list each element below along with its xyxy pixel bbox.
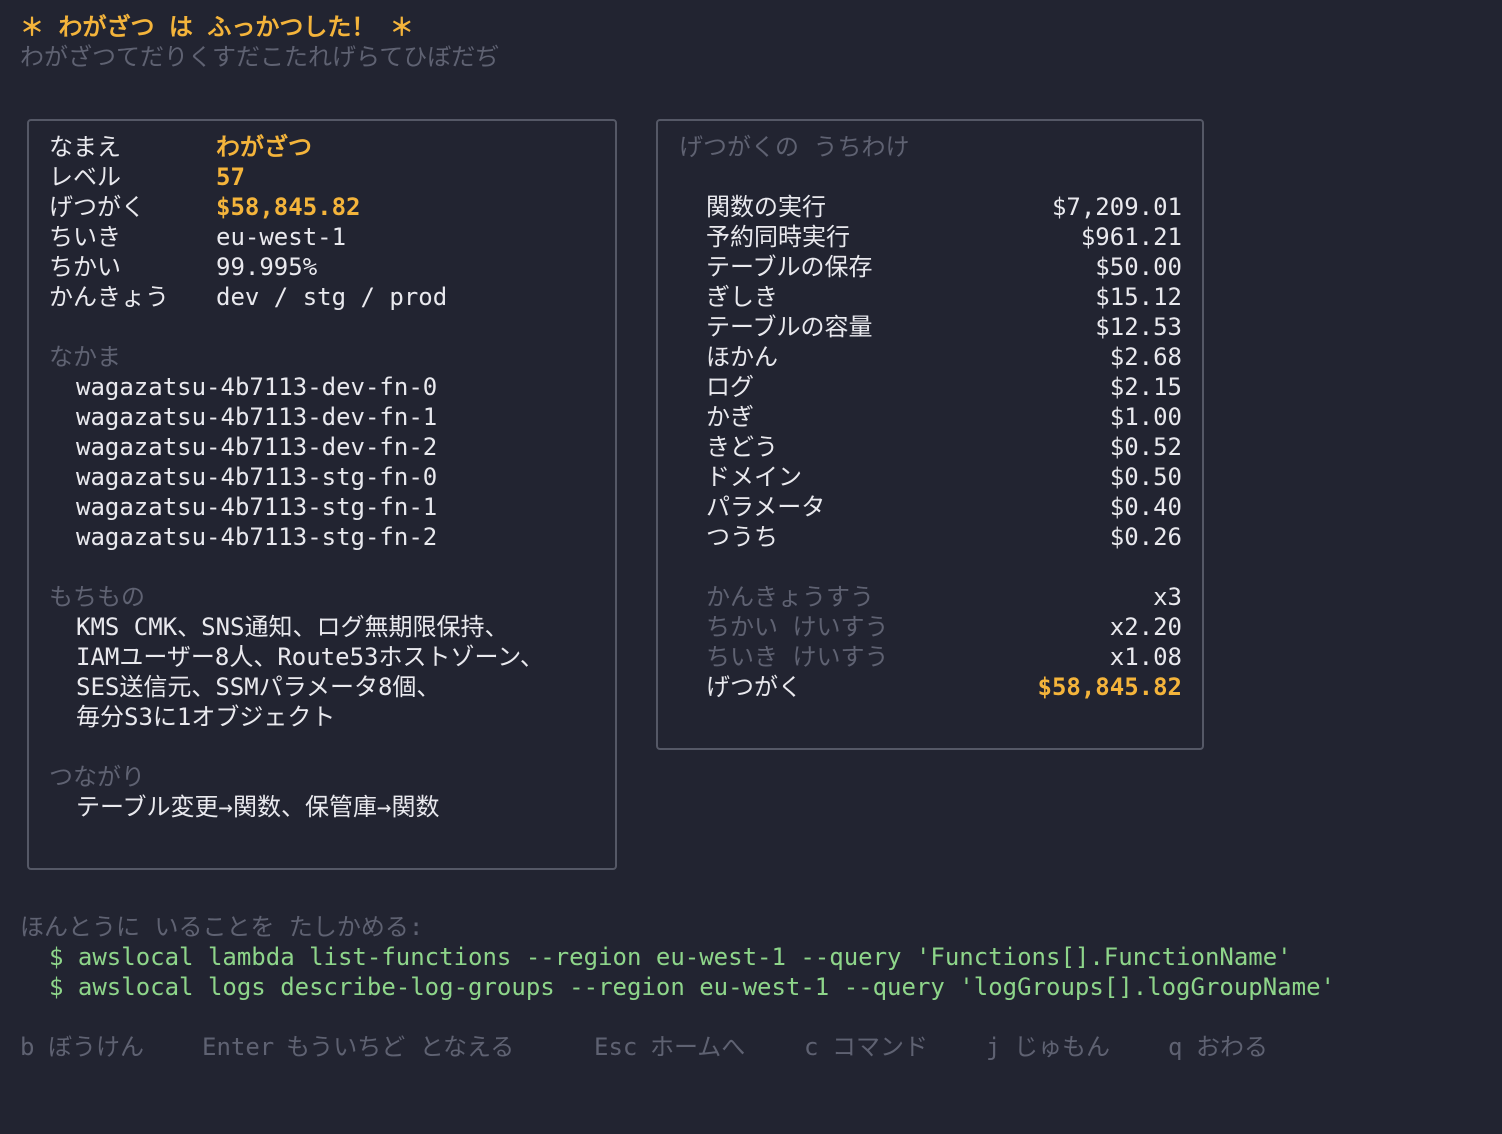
party-heading: なかま bbox=[49, 343, 121, 371]
cost-value: $961.21 bbox=[1080, 223, 1182, 251]
key-label: ホームへ bbox=[650, 1033, 746, 1061]
status-label: ちかい bbox=[49, 253, 121, 281]
cost-value: $0.40 bbox=[1109, 493, 1182, 521]
status-label: げつがく bbox=[49, 193, 145, 221]
status-value-level: 57 bbox=[216, 163, 245, 191]
cost-label: ドメイン bbox=[706, 463, 802, 491]
multiplier-value: x3 bbox=[1153, 583, 1182, 611]
cost-label: ほかん bbox=[706, 343, 778, 371]
status-label: なまえ bbox=[49, 133, 121, 161]
key-label: おわる bbox=[1196, 1033, 1268, 1061]
cost-label: 予約同時実行 bbox=[706, 223, 850, 251]
key-label: ぼうけん bbox=[48, 1033, 144, 1061]
party-member: wagazatsu-4b7113-stg-fn-0 bbox=[76, 463, 438, 491]
party-member: wagazatsu-4b7113-dev-fn-0 bbox=[76, 373, 438, 401]
total-label: げつがく bbox=[706, 673, 802, 701]
multiplier-label: ちいき けいすう bbox=[706, 643, 889, 671]
status-label: レベル bbox=[49, 163, 121, 191]
cost-value: $1.00 bbox=[1109, 403, 1182, 431]
cost-label: パラメータ bbox=[706, 493, 826, 521]
verify-command[interactable]: $ awslocal lambda list-functions --regio… bbox=[49, 942, 1292, 972]
status-value-env: dev / stg / prod bbox=[216, 283, 448, 311]
cost-value: $0.26 bbox=[1109, 523, 1182, 551]
key-esc: Esc bbox=[594, 1033, 638, 1061]
total-value: $58,845.82 bbox=[1037, 673, 1183, 701]
cost-value: $50.00 bbox=[1095, 253, 1182, 281]
key-c: c bbox=[804, 1033, 819, 1061]
party-member: wagazatsu-4b7113-dev-fn-1 bbox=[76, 403, 438, 431]
status-value-name: わがざつ bbox=[216, 133, 312, 161]
cost-value: $7,209.01 bbox=[1051, 193, 1182, 221]
page-title: ＊ わがざつ は ふっかつした！ ＊ bbox=[20, 13, 414, 41]
key-label: じゅもん bbox=[1014, 1033, 1110, 1061]
key-enter: Enter bbox=[202, 1033, 275, 1061]
cost-label: 関数の実行 bbox=[706, 193, 826, 221]
party-member: wagazatsu-4b7113-dev-fn-2 bbox=[76, 433, 438, 461]
cost-value: $15.12 bbox=[1095, 283, 1182, 311]
multiplier-value: x1.08 bbox=[1109, 643, 1182, 671]
status-label: かんきょう bbox=[49, 283, 169, 311]
status-value-region: eu-west-1 bbox=[216, 223, 347, 251]
cost-label: きどう bbox=[706, 433, 778, 461]
items-heading: もちもの bbox=[49, 583, 145, 611]
item-line: SES送信元、SSMパラメータ8個、 bbox=[76, 673, 441, 701]
cost-value: $0.50 bbox=[1109, 463, 1182, 491]
key-j: j bbox=[986, 1033, 1001, 1061]
status-value-monthly: $58,845.82 bbox=[216, 193, 361, 221]
verify-heading: ほんとうに いることを たしかめる: bbox=[20, 913, 424, 941]
cost-value: $2.15 bbox=[1109, 373, 1182, 401]
item-line: 毎分S3に1オブジェクト bbox=[76, 703, 336, 731]
breakdown-heading: げつがくの うちわけ bbox=[679, 133, 910, 161]
party-member: wagazatsu-4b7113-stg-fn-1 bbox=[76, 493, 438, 521]
party-member: wagazatsu-4b7113-stg-fn-2 bbox=[76, 523, 438, 551]
multiplier-label: かんきょうすう bbox=[706, 583, 874, 611]
cost-label: つうち bbox=[706, 523, 778, 551]
key-label: もういちど となえる bbox=[286, 1033, 515, 1061]
links-heading: つながり bbox=[49, 763, 145, 791]
multiplier-value: x2.20 bbox=[1109, 613, 1182, 641]
incantation-subtitle: わがざつてだりくすだこたれげらてひぼだぢ bbox=[20, 43, 500, 71]
cost-value: $12.53 bbox=[1095, 313, 1182, 341]
item-line: KMS CMK、SNS通知、ログ無期限保持、 bbox=[76, 613, 509, 641]
item-line: IAMユーザー8人、Route53ホストゾーン、 bbox=[76, 643, 544, 671]
cost-label: ぎしき bbox=[706, 283, 778, 311]
cost-label: テーブルの容量 bbox=[706, 313, 873, 341]
status-value-sla: 99.995% bbox=[216, 253, 318, 281]
cost-value: $2.68 bbox=[1109, 343, 1182, 371]
cost-value: $0.52 bbox=[1109, 433, 1182, 461]
links-line: テーブル変更→関数、保管庫→関数 bbox=[76, 793, 440, 821]
cost-label: ログ bbox=[706, 373, 754, 401]
key-label: コマンド bbox=[832, 1033, 928, 1061]
cost-label: かぎ bbox=[706, 403, 754, 431]
verify-command[interactable]: $ awslocal logs describe-log-groups --re… bbox=[49, 972, 1335, 1002]
status-label: ちいき bbox=[49, 223, 121, 251]
key-q: q bbox=[1168, 1033, 1183, 1061]
multiplier-label: ちかい けいすう bbox=[706, 613, 889, 641]
cost-label: テーブルの保存 bbox=[706, 253, 873, 281]
key-b: b bbox=[20, 1033, 35, 1061]
